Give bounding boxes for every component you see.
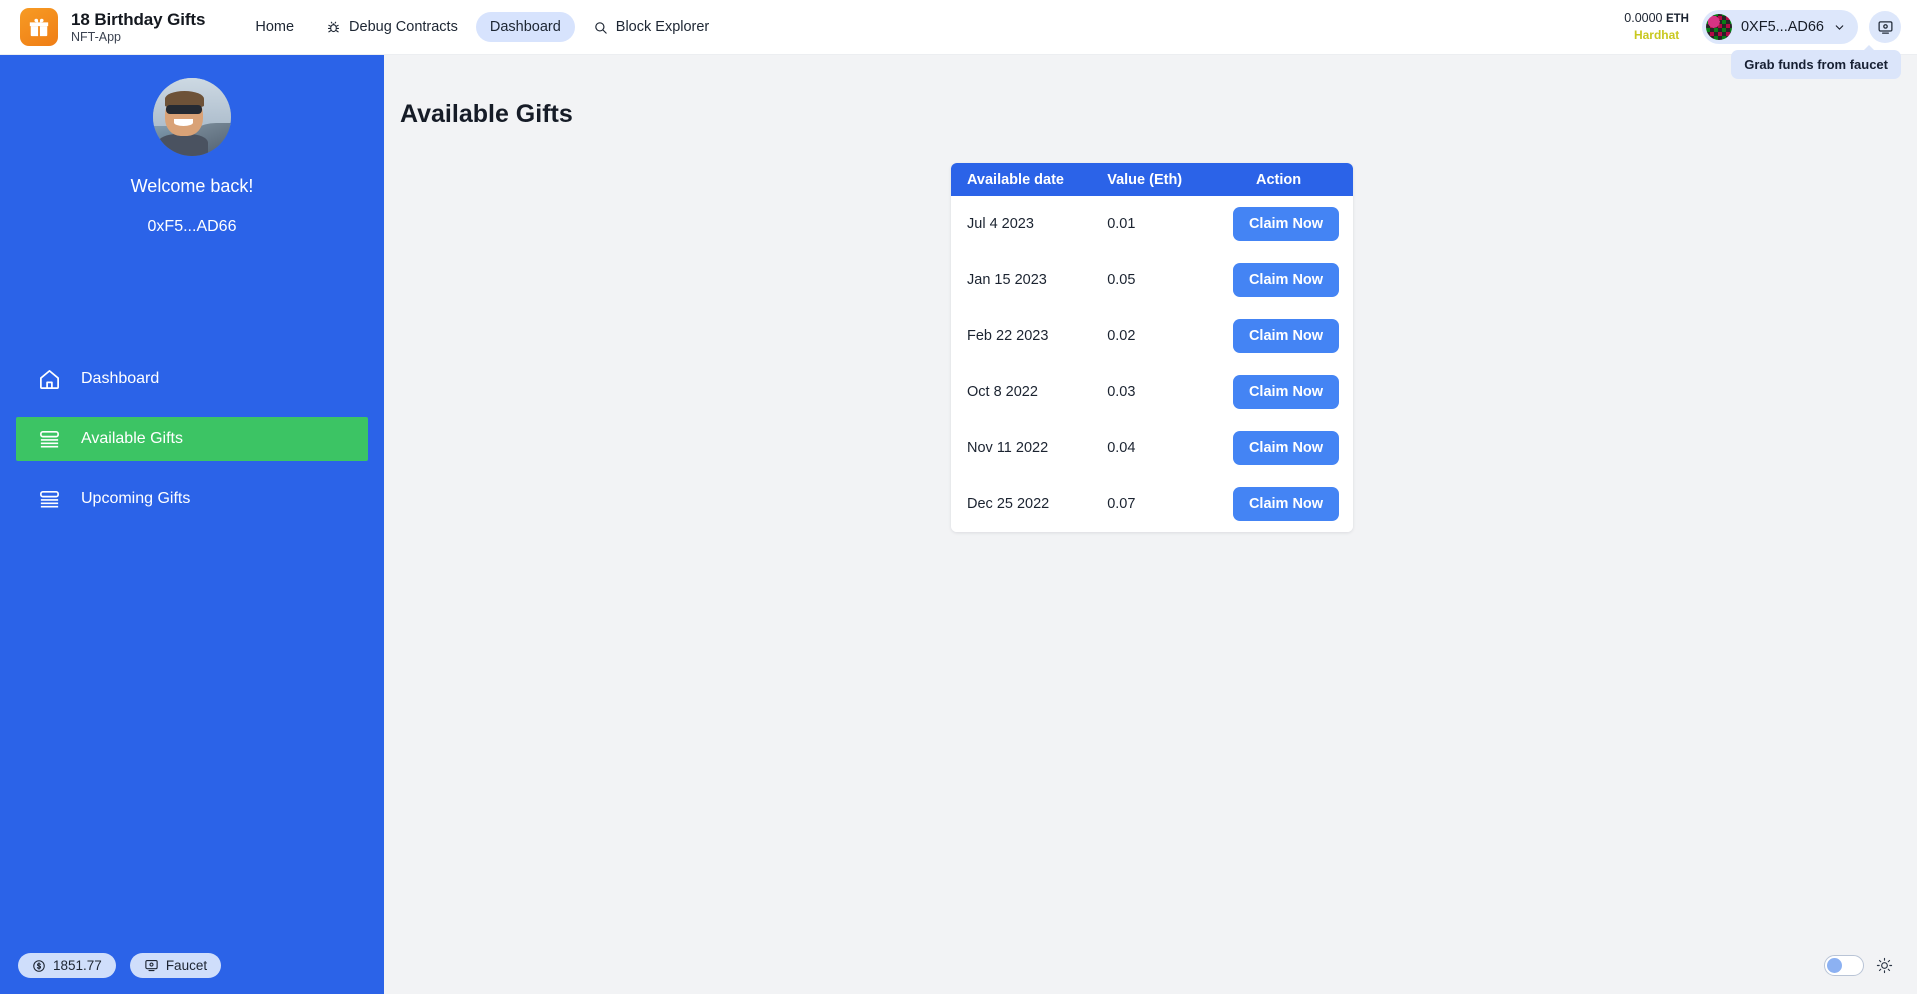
avatar: [153, 78, 231, 156]
column-header-date: Available date: [951, 163, 1092, 196]
nav-item-home[interactable]: Home: [241, 12, 308, 42]
theme-toggle-area: [1824, 955, 1893, 976]
nav-item-block-explorer[interactable]: Block Explorer: [579, 12, 723, 42]
top-header: 18 Birthday Gifts NFT-App Home Debug Con…: [0, 0, 1917, 79]
faucet-button[interactable]: [1869, 11, 1901, 43]
sidebar-menu: Dashboard Available Gifts Upcoming Gifts: [0, 357, 384, 521]
balance-value: 0.0000: [1624, 11, 1663, 26]
balance-amount: 0.0000 ETH: [1624, 11, 1689, 27]
table-row: Dec 25 2022 0.07 Claim Now: [951, 476, 1353, 532]
table-row: Nov 11 2022 0.04 Claim Now: [951, 420, 1353, 476]
sidebar-footer: 1851.77 Faucet: [18, 953, 222, 978]
cell-value: 0.07: [1091, 476, 1205, 532]
cell-value: 0.03: [1091, 364, 1205, 420]
nav-label-dashboard: Dashboard: [489, 19, 561, 35]
wallet-balance: 0.0000 ETH Hardhat: [1624, 11, 1689, 42]
claim-now-button[interactable]: Claim Now: [1233, 487, 1339, 521]
table-header-row: Available date Value (Eth) Action: [951, 163, 1353, 196]
claim-now-button[interactable]: Claim Now: [1233, 263, 1339, 297]
cell-action: Claim Now: [1204, 308, 1353, 364]
table-row: Jul 4 2023 0.01 Claim Now: [951, 196, 1353, 252]
sidebar-faucet-label: Faucet: [165, 958, 208, 973]
monitor-faucet-icon: [1877, 19, 1894, 36]
list-stack-icon: [38, 428, 61, 451]
gift-icon: [20, 8, 58, 46]
toggle-knob: [1827, 958, 1842, 973]
brand[interactable]: 18 Birthday Gifts NFT-App: [20, 8, 205, 46]
table-row: Jan 15 2023 0.05 Claim Now: [951, 252, 1353, 308]
main-content: Available Gifts Available date Value (Et…: [384, 55, 1917, 994]
main-nav: Home Debug Contracts Dashboard Block Exp…: [241, 12, 723, 42]
sidebar-label-available-gifts: Available Gifts: [81, 430, 183, 447]
claim-now-button[interactable]: Claim Now: [1233, 319, 1339, 353]
column-header-value: Value (Eth): [1091, 163, 1205, 196]
welcome-text: Welcome back!: [130, 176, 254, 196]
column-header-action: Action: [1204, 163, 1353, 196]
sidebar-wallet-address: 0xF5...AD66: [147, 218, 237, 235]
sidebar-item-upcoming-gifts[interactable]: Upcoming Gifts: [16, 477, 368, 521]
theme-toggle-switch[interactable]: [1824, 955, 1864, 976]
balance-currency: ETH: [1665, 13, 1689, 26]
dollar-circle-icon: [32, 959, 46, 973]
app-root: 18 Birthday Gifts NFT-App Home Debug Con…: [0, 0, 1917, 994]
cell-date: Dec 25 2022: [951, 476, 1092, 532]
sidebar: Welcome back! 0xF5...AD66 Dashboard Avai…: [0, 55, 384, 994]
sun-icon[interactable]: [1876, 957, 1893, 974]
cell-value: 0.01: [1091, 196, 1205, 252]
header-right: 0.0000 ETH Hardhat 0XF5...AD66 Grab fund…: [1624, 10, 1901, 79]
wallet-address: 0XF5...AD66: [1740, 19, 1824, 35]
eth-price-pill[interactable]: 1851.77: [18, 953, 116, 978]
sidebar-faucet-button[interactable]: Faucet: [129, 953, 222, 978]
nav-item-debug-contracts[interactable]: Debug Contracts: [312, 12, 472, 42]
monitor-faucet-icon: [144, 958, 159, 973]
sidebar-label-upcoming-gifts: Upcoming Gifts: [81, 490, 191, 507]
nav-label-block-explorer: Block Explorer: [615, 19, 710, 35]
nav-label-debug-contracts: Debug Contracts: [349, 19, 458, 35]
brand-title: 18 Birthday Gifts: [71, 9, 206, 29]
faucet-tooltip: Grab funds from faucet: [1731, 45, 1901, 79]
wallet-dropdown[interactable]: 0XF5...AD66: [1701, 10, 1858, 44]
sidebar-item-dashboard[interactable]: Dashboard: [16, 357, 368, 401]
sidebar-item-available-gifts[interactable]: Available Gifts: [16, 417, 368, 461]
bug-icon: [326, 20, 341, 35]
nav-item-dashboard[interactable]: Dashboard: [475, 12, 575, 42]
cell-date: Oct 8 2022: [951, 364, 1092, 420]
table-row: Oct 8 2022 0.03 Claim Now: [951, 364, 1353, 420]
cell-date: Feb 22 2023: [951, 308, 1092, 364]
cell-action: Claim Now: [1204, 364, 1353, 420]
cell-date: Jul 4 2023: [951, 196, 1092, 252]
claim-now-button[interactable]: Claim Now: [1233, 375, 1339, 409]
cell-value: 0.04: [1091, 420, 1205, 476]
eth-price-value: 1851.77: [53, 958, 102, 973]
cell-value: 0.05: [1091, 252, 1205, 308]
chevron-down-icon: [1833, 21, 1846, 34]
claim-now-button[interactable]: Claim Now: [1233, 431, 1339, 465]
cell-action: Claim Now: [1204, 196, 1353, 252]
search-icon: [593, 20, 608, 35]
home-icon: [38, 368, 61, 391]
cell-action: Claim Now: [1204, 420, 1353, 476]
cell-date: Jan 15 2023: [951, 252, 1092, 308]
claim-now-button[interactable]: Claim Now: [1233, 207, 1339, 241]
page-title: Available Gifts: [400, 100, 573, 128]
network-name: Hardhat: [1633, 28, 1680, 43]
available-gifts-table: Available date Value (Eth) Action Jul 4 …: [951, 163, 1353, 532]
cell-value: 0.02: [1091, 308, 1205, 364]
brand-text: 18 Birthday Gifts NFT-App: [71, 10, 205, 45]
cell-action: Claim Now: [1204, 476, 1353, 532]
list-stack-icon: [38, 488, 61, 511]
blockie-avatar: [1705, 14, 1732, 40]
table-body: Jul 4 2023 0.01 Claim Now Jan 15 2023 0.…: [951, 196, 1353, 532]
sidebar-label-dashboard: Dashboard: [81, 370, 160, 387]
nav-label-home: Home: [255, 19, 295, 35]
cell-date: Nov 11 2022: [951, 420, 1092, 476]
brand-subtitle: NFT-App: [71, 30, 122, 45]
cell-action: Claim Now: [1204, 252, 1353, 308]
table-row: Feb 22 2023 0.02 Claim Now: [951, 308, 1353, 364]
